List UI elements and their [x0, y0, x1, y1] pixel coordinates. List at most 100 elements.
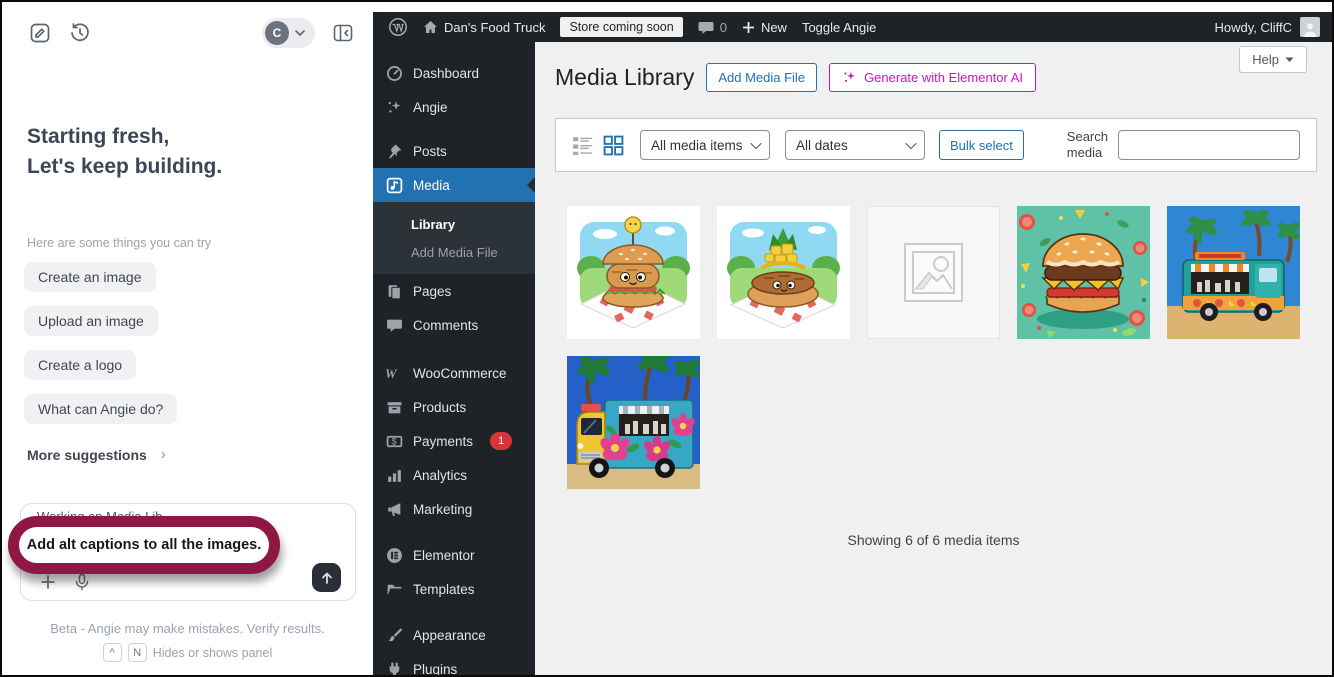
- annotation-highlight: Add alt captions to all the images.: [8, 516, 280, 574]
- media-count-status: Showing 6 of 6 media items: [567, 532, 1300, 548]
- sidebar-item-analytics[interactable]: Analytics: [373, 458, 535, 492]
- suggestion-upload-image[interactable]: Upload an image: [24, 306, 158, 336]
- sidebar-item-woocommerce[interactable]: W WooCommerce: [373, 356, 535, 390]
- dollar-icon: $: [385, 432, 403, 450]
- chevron-down-icon: [1285, 57, 1294, 63]
- sparkles-icon: [385, 98, 403, 116]
- suggestion-what-can-angie-do[interactable]: What can Angie do?: [24, 394, 177, 424]
- chevron-down-icon: [295, 30, 305, 37]
- submenu-item-library[interactable]: Library: [373, 210, 535, 238]
- person-icon: [1302, 21, 1318, 37]
- wordpress-logo-icon[interactable]: [388, 17, 408, 37]
- media-thumbnail-pop-art-burger-image: [1017, 206, 1150, 339]
- sidebar-item-plugins[interactable]: Plugins: [373, 652, 535, 675]
- media-grid: [567, 206, 1300, 489]
- media-type-filter-select[interactable]: All media items: [640, 130, 770, 160]
- sidebar-item-products[interactable]: Products: [373, 390, 535, 424]
- new-chat-icon[interactable]: [28, 21, 52, 45]
- more-suggestions-link[interactable]: More suggestions ›: [27, 446, 166, 463]
- media-submenu: Library Add Media File: [373, 202, 535, 274]
- media-item-floral-food-truck[interactable]: [567, 356, 700, 489]
- list-view-icon[interactable]: [572, 135, 593, 156]
- comments-icon: [385, 316, 403, 334]
- sidebar-item-comments[interactable]: Comments: [373, 308, 535, 342]
- chevron-right-icon: ›: [161, 446, 166, 463]
- media-item-cartoon-hotdog[interactable]: [717, 206, 850, 339]
- folder-icon: [385, 580, 403, 598]
- media-thumbnail-cartoon-burger-image: [567, 206, 700, 339]
- page-header: Media Library Add Media File Generate wi…: [555, 62, 1036, 92]
- comments-indicator[interactable]: 0: [698, 20, 727, 35]
- add-media-file-button[interactable]: Add Media File: [706, 63, 817, 92]
- plus-icon: [742, 21, 755, 34]
- generate-with-elementor-ai-button[interactable]: Generate with Elementor AI: [829, 63, 1036, 92]
- highlighted-prompt-text: Add alt captions to all the images.: [27, 537, 261, 553]
- sidebar-item-payments[interactable]: $ Payments 1: [373, 424, 535, 458]
- screen: C Starting fresh, Let's keep building. H…: [0, 0, 1334, 677]
- submenu-item-add-media-file[interactable]: Add Media File: [373, 238, 535, 266]
- ai-sparkle-icon: [842, 70, 857, 85]
- search-group: Search media: [1067, 129, 1300, 160]
- media-item-pop-art-burger[interactable]: [1017, 206, 1150, 339]
- shortcut-hint: ^ N Hides or shows panel: [2, 643, 373, 662]
- sidebar-item-elementor[interactable]: Elementor: [373, 538, 535, 572]
- elementor-icon: [385, 546, 403, 564]
- chevron-down-icon: [750, 138, 761, 149]
- site-name-link[interactable]: Dan's Food Truck: [423, 20, 545, 35]
- angie-panel: C Starting fresh, Let's keep building. H…: [2, 2, 373, 675]
- media-thumbnail-beach-food-truck-image: [1167, 206, 1300, 339]
- sidebar-item-appearance[interactable]: Appearance: [373, 618, 535, 652]
- send-button[interactable]: [312, 563, 341, 592]
- sidebar-item-dashboard[interactable]: Dashboard: [373, 56, 535, 90]
- grid-view-icon[interactable]: [603, 135, 624, 156]
- sidebar-item-posts[interactable]: Posts: [373, 134, 535, 168]
- media-item-placeholder[interactable]: [867, 206, 1000, 339]
- media-thumbnail-cartoon-hotdog-image: [717, 206, 850, 339]
- date-filter-select[interactable]: All dates: [785, 130, 925, 160]
- pushpin-icon: [385, 142, 403, 160]
- plug-icon: [385, 660, 403, 675]
- microphone-icon[interactable]: [73, 573, 91, 591]
- media-toolbar: All media items All dates Bulk select Se…: [555, 118, 1317, 172]
- svg-text:$: $: [391, 436, 396, 446]
- comments-count: 0: [720, 20, 727, 35]
- new-content-menu[interactable]: New: [742, 20, 787, 35]
- n-keycap: N: [128, 643, 147, 662]
- help-button[interactable]: Help: [1239, 46, 1307, 73]
- collapse-panel-icon[interactable]: [331, 21, 355, 45]
- sidebar-item-media[interactable]: Media: [373, 168, 535, 202]
- bar-chart-icon: [385, 466, 403, 484]
- suggestion-create-logo[interactable]: Create a logo: [24, 350, 136, 380]
- comment-bubble-icon: [698, 20, 714, 35]
- sidebar-item-angie[interactable]: Angie: [373, 90, 535, 124]
- sidebar-item-marketing[interactable]: Marketing: [373, 492, 535, 526]
- welcome-heading: Starting fresh, Let's keep building.: [27, 122, 222, 182]
- home-icon: [423, 20, 438, 34]
- paintbrush-icon: [385, 626, 403, 644]
- attach-plus-icon[interactable]: [39, 573, 57, 591]
- search-media-input[interactable]: [1118, 130, 1300, 160]
- megaphone-icon: [385, 500, 403, 518]
- user-avatar: [1300, 17, 1320, 37]
- sidebar-item-pages[interactable]: Pages: [373, 274, 535, 308]
- suggestions-label: Here are some things you can try: [27, 236, 211, 250]
- store-coming-soon-badge[interactable]: Store coming soon: [560, 17, 682, 37]
- suggestion-create-image[interactable]: Create an image: [24, 262, 156, 292]
- sidebar-item-templates[interactable]: Templates: [373, 572, 535, 606]
- history-icon[interactable]: [68, 21, 92, 45]
- svg-text:W: W: [385, 366, 398, 380]
- media-item-cartoon-burger[interactable]: [567, 206, 700, 339]
- toggle-angie-link[interactable]: Toggle Angie: [802, 20, 876, 35]
- howdy-account-menu[interactable]: Howdy, CliffC: [1214, 17, 1320, 37]
- bulk-select-button[interactable]: Bulk select: [939, 130, 1024, 160]
- media-item-beach-food-truck[interactable]: [1167, 206, 1300, 339]
- account-menu[interactable]: C: [262, 18, 315, 48]
- media-icon: [385, 176, 403, 194]
- wp-admin-bar: Dan's Food Truck Store coming soon 0 New…: [373, 12, 1332, 42]
- shortcut-label: Hides or shows panel: [153, 646, 273, 660]
- woocommerce-icon: W: [385, 364, 403, 382]
- dashboard-icon: [385, 64, 403, 82]
- chevron-down-icon: [905, 138, 916, 149]
- payments-notification-badge: 1: [490, 432, 512, 450]
- angie-panel-toolbar: C: [28, 18, 355, 48]
